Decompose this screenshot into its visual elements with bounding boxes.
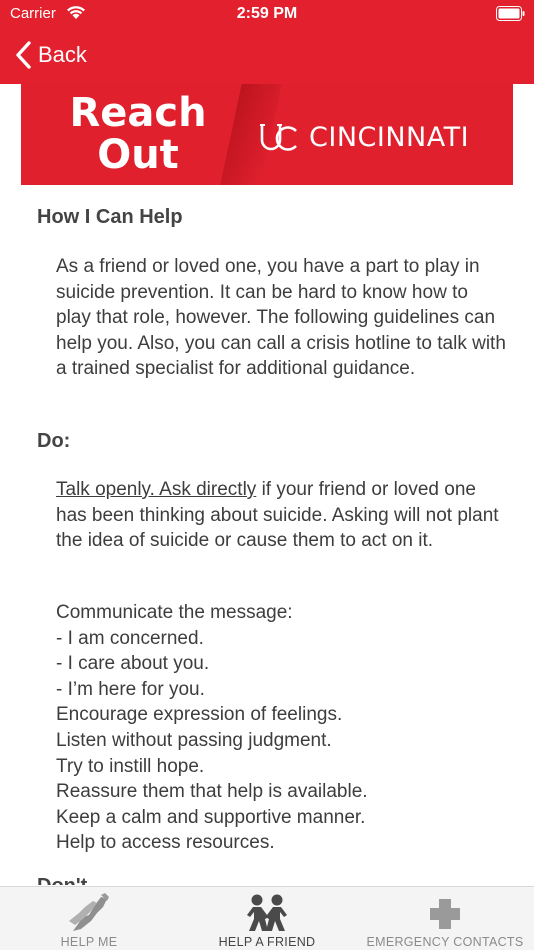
- tab-emergency-contacts[interactable]: EMERGENCY CONTACTS: [356, 887, 534, 950]
- list-item: - I care about you.: [56, 653, 210, 675]
- tab-label: EMERGENCY CONTACTS: [366, 935, 524, 949]
- medical-cross-icon: [430, 899, 460, 929]
- tab-help-a-friend[interactable]: HELP A FRIEND: [178, 887, 356, 950]
- helping-hands-icon: [69, 893, 109, 931]
- status-bar: Carrier 2:59 PM: [0, 0, 534, 30]
- list-item: Try to instill hope.: [56, 755, 205, 777]
- help-paragraph: As a friend or loved one, you have a par…: [56, 256, 506, 380]
- banner-title-line1: Reach: [69, 90, 207, 136]
- tab-bar: HELP ME HELP A FRIEND EMERGENCY CONTACTS: [0, 886, 534, 950]
- guidance-list: Communicate the message: - I am concerne…: [56, 600, 506, 856]
- navigation-bar: Carrier 2:59 PM Back: [0, 0, 534, 84]
- banner-brand: CINCINNATI: [309, 122, 470, 153]
- list-item: - I am concerned.: [56, 627, 204, 649]
- banner-title: Reach Out: [43, 92, 233, 176]
- battery-icon: [496, 6, 525, 21]
- do-heading: Do:: [37, 430, 71, 452]
- banner-title-line2: Out: [97, 132, 179, 178]
- uc-logo-icon: [260, 124, 297, 151]
- how-i-can-help-heading: How I Can Help: [37, 206, 183, 228]
- dont-heading-partial: Don't: [37, 875, 87, 885]
- back-button[interactable]: Back: [14, 38, 87, 72]
- tab-label: HELP A FRIEND: [218, 935, 316, 949]
- content-scroll[interactable]: How I Can Help As a friend or loved one,…: [0, 185, 534, 885]
- tab-label: HELP ME: [60, 935, 118, 949]
- list-item: - I’m here for you.: [56, 678, 205, 700]
- talk-openly-link[interactable]: Talk openly. Ask directly: [56, 479, 256, 500]
- tab-help-me[interactable]: HELP ME: [0, 887, 178, 950]
- two-people-icon: [247, 894, 287, 931]
- chevron-left-icon: [16, 41, 31, 69]
- list-item: Communicate the message:: [56, 602, 293, 623]
- do-paragraph: Talk openly. Ask directly if your friend…: [56, 477, 506, 554]
- reach-out-banner: Reach Out CINCINNATI: [21, 84, 513, 185]
- list-item: Listen without passing judgment.: [56, 729, 332, 751]
- back-label: Back: [38, 42, 87, 67]
- list-item: Help to access resources.: [56, 832, 275, 854]
- list-item: Reassure them that help is available.: [56, 781, 368, 803]
- status-time: 2:59 PM: [236, 5, 298, 22]
- list-item: Encourage expression of feelings.: [56, 704, 343, 726]
- list-item: Keep a calm and supportive manner.: [56, 806, 366, 828]
